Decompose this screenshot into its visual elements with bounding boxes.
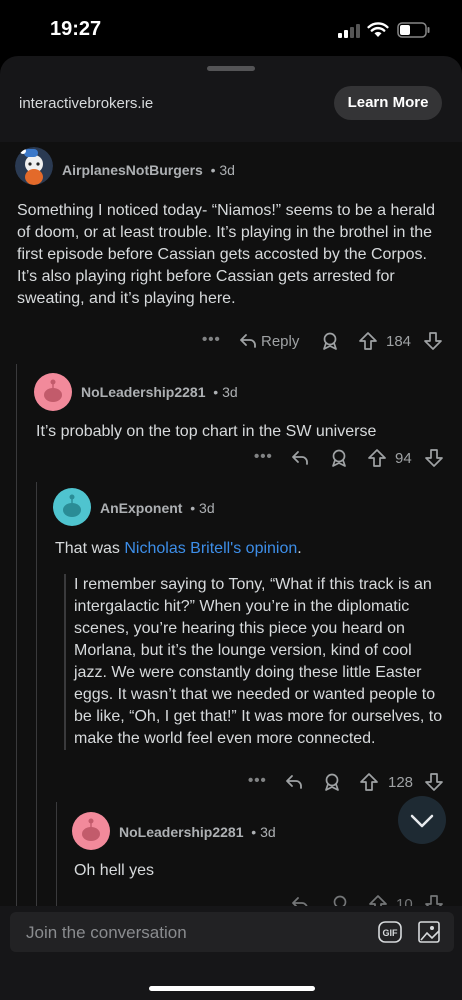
comment-body: It’s probably on the top chart in the SW… [36, 423, 377, 440]
image-icon[interactable] [418, 921, 440, 943]
snoo-avatar-icon [15, 147, 53, 185]
age-separator: • [210, 162, 216, 178]
upvote-icon[interactable] [367, 448, 387, 468]
award-icon[interactable] [330, 894, 350, 906]
age-value: 3d [219, 162, 235, 178]
more-icon[interactable]: ••• [202, 331, 221, 348]
comment-author[interactable]: NoLeadership2281 • 3d [81, 384, 238, 400]
comment-age: • 3d [209, 384, 237, 400]
home-indicator [149, 986, 315, 991]
avatar[interactable] [34, 373, 72, 411]
award-icon[interactable] [320, 331, 340, 351]
reply-button[interactable]: Reply [261, 333, 299, 350]
award-icon[interactable] [329, 448, 349, 468]
author-name[interactable]: NoLeadership2281 [119, 824, 244, 840]
thread-line[interactable] [56, 802, 57, 906]
comment-input[interactable]: Join the conversation GIF [10, 912, 454, 952]
comment-thread: AirplanesNotBurgers • 3d Something I not… [0, 142, 462, 906]
downvote-icon[interactable] [423, 331, 443, 351]
downvote-icon[interactable] [424, 772, 444, 792]
upvote-icon[interactable] [368, 894, 388, 906]
avatar[interactable] [15, 147, 53, 185]
signal-icon [338, 24, 360, 38]
comment-body: That was Nicholas Britell's opinion. [55, 538, 445, 560]
comments-sheet: interactivebrokers.ie Learn More Airplan… [0, 56, 462, 1000]
status-time: 19:27 [50, 18, 102, 40]
comment-age: • 3d [247, 824, 275, 840]
upvote-icon[interactable] [358, 331, 378, 351]
battery-icon [397, 22, 430, 38]
comment-text: That was [55, 540, 125, 557]
more-icon[interactable]: ••• [254, 448, 273, 465]
author-name[interactable]: NoLeadership2281 [81, 384, 206, 400]
age-value: 3d [260, 824, 276, 840]
reply-icon[interactable] [284, 772, 304, 792]
comment-body: Oh hell yes [74, 862, 155, 879]
vote-count: 184 [386, 333, 412, 350]
comment-author[interactable]: AnExponent • 3d [100, 500, 215, 516]
comment-actions: ••• Reply 184 [200, 331, 450, 355]
comment-actions: ••• 128 [248, 772, 448, 796]
age-value: 3d [222, 384, 238, 400]
wifi-icon [367, 22, 389, 37]
upvote-icon[interactable] [359, 772, 379, 792]
downvote-icon[interactable] [424, 448, 444, 468]
reply-icon[interactable] [238, 331, 258, 351]
thread-line[interactable] [16, 364, 17, 906]
comment-author[interactable]: NoLeadership2281 • 3d [119, 824, 276, 840]
comment-input-placeholder[interactable]: Join the conversation [26, 923, 187, 943]
age-separator: • [190, 500, 196, 516]
comment-link[interactable]: Nicholas Britell's opinion [124, 540, 297, 557]
learn-more-button[interactable]: Learn More [334, 86, 442, 120]
ad-banner[interactable]: interactivebrokers.ie Learn More [0, 56, 462, 142]
gif-icon[interactable]: GIF [378, 921, 402, 943]
comment-actions: ••• 94 [254, 448, 454, 472]
chevron-down-icon [410, 814, 434, 828]
avatar[interactable] [72, 812, 110, 850]
author-name[interactable]: AirplanesNotBurgers [62, 162, 203, 178]
vote-count: 94 [395, 450, 412, 467]
gif-label: GIF [383, 928, 399, 938]
award-icon[interactable] [322, 772, 342, 792]
age-separator: • [213, 384, 219, 400]
comment-text-suffix: . [297, 540, 302, 557]
comment-author[interactable]: AirplanesNotBurgers • 3d [62, 162, 235, 178]
thread-line[interactable] [36, 482, 37, 906]
avatar[interactable] [53, 488, 91, 526]
author-name[interactable]: AnExponent [100, 500, 182, 516]
ad-domain[interactable]: interactivebrokers.ie [19, 95, 153, 112]
vote-count: 10 [396, 896, 413, 906]
comment-body: Something I noticed today- “Niamos!” see… [17, 202, 435, 307]
comment-actions: 10 [290, 894, 450, 906]
more-icon[interactable]: ••• [248, 772, 267, 789]
vote-count: 128 [388, 774, 414, 791]
snoo-avatar-icon [44, 379, 62, 402]
status-bar: 19:27 [0, 0, 462, 56]
downvote-icon[interactable] [424, 894, 444, 906]
age-value: 3d [199, 500, 215, 516]
age-separator: • [251, 824, 257, 840]
composer-bar: Join the conversation GIF [0, 907, 462, 1000]
scroll-down-button[interactable] [398, 796, 446, 844]
comment-age: • 3d [207, 162, 235, 178]
reply-icon[interactable] [290, 448, 310, 468]
snoo-avatar-icon [82, 818, 100, 841]
comment-age: • 3d [186, 500, 214, 516]
reply-icon[interactable] [290, 894, 310, 906]
snoo-avatar-icon [63, 494, 81, 517]
quote-block: I remember saying to Tony, “What if this… [64, 574, 448, 750]
